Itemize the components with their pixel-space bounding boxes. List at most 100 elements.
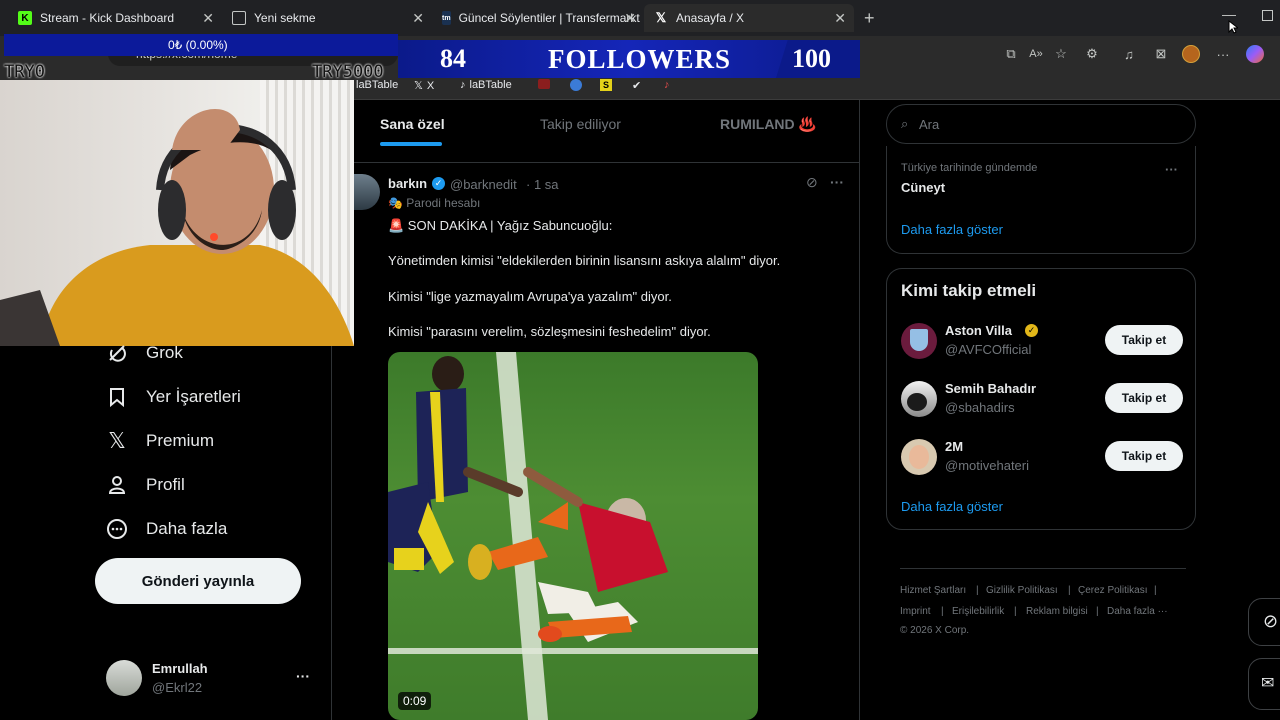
follow-button[interactable]: Takip et bbox=[1105, 383, 1183, 413]
media-control-icon[interactable]: ♫ bbox=[1120, 45, 1138, 63]
active-tab-indicator bbox=[380, 142, 442, 146]
nav-label: Grok bbox=[146, 343, 183, 362]
nav-item-grok[interactable]: Grok bbox=[104, 340, 183, 366]
footer-link[interactable]: Imprint bbox=[900, 606, 931, 617]
feed-divider bbox=[354, 162, 860, 163]
check-bookmark-icon[interactable]: ✔ bbox=[632, 79, 641, 92]
tweet-author-handle[interactable]: @barknedit bbox=[450, 177, 517, 192]
edge-bookmark-icon[interactable] bbox=[570, 79, 582, 91]
footer-link[interactable]: Erişilebilirlik bbox=[952, 606, 1004, 617]
suggestion-handle: @AVFCOfficial bbox=[945, 342, 1032, 357]
nav-label: Daha fazla bbox=[146, 519, 228, 538]
close-icon[interactable]: ✕ bbox=[412, 10, 424, 27]
bookmark-item[interactable]: 𝕏X bbox=[414, 79, 434, 93]
music-bookmark-icon[interactable]: ♪ bbox=[664, 79, 670, 91]
grok-icon bbox=[104, 340, 130, 366]
nav-item-bookmarks[interactable]: Yer İşaretleri bbox=[104, 384, 241, 410]
account-handle: @Ekrl22 bbox=[152, 680, 203, 695]
nav-item-profile[interactable]: Profil bbox=[104, 472, 185, 498]
footer-link[interactable]: Çerez Politikası bbox=[1078, 585, 1147, 596]
search-box[interactable]: ⌕ Ara bbox=[886, 104, 1196, 144]
copilot-icon[interactable] bbox=[1246, 45, 1264, 63]
footer-link[interactable]: Reklam bilgisi bbox=[1026, 606, 1088, 617]
tab-following[interactable]: Takip ediliyor bbox=[540, 116, 621, 132]
messages-floating-button[interactable]: ✉ bbox=[1248, 658, 1280, 710]
streamer-silhouette bbox=[0, 108, 354, 346]
extensions-icon[interactable]: ⚙ bbox=[1083, 45, 1101, 63]
follower-goal-box: 100 bbox=[776, 40, 860, 78]
browser-menu-icon[interactable]: ··· bbox=[1214, 45, 1232, 63]
follow-button[interactable]: Takip et bbox=[1105, 441, 1183, 471]
follow-button[interactable]: Takip et bbox=[1105, 325, 1183, 355]
suggestion-handle: @sbahadirs bbox=[945, 400, 1015, 415]
close-icon[interactable]: ✕ bbox=[834, 10, 846, 27]
account-menu-icon[interactable]: ··· bbox=[296, 668, 310, 684]
tweet-text-line: 🚨 SON DAKİKA | Yağız Sabuncuoğlu: bbox=[388, 218, 613, 233]
tab-new-tab[interactable]: Yeni sekme ✕ bbox=[222, 4, 432, 32]
profile-avatar-icon[interactable] bbox=[1182, 45, 1200, 63]
grok-floating-button[interactable]: ⊘ bbox=[1248, 598, 1280, 646]
nav-item-premium[interactable]: 𝕏 Premium bbox=[104, 428, 214, 454]
followers-label: FOLLOWERS bbox=[548, 44, 732, 74]
search-placeholder: Ara bbox=[919, 117, 940, 132]
suggestion-name: 2M bbox=[945, 439, 964, 454]
copyright: © 2026 X Corp. bbox=[900, 625, 970, 636]
kick-icon: K bbox=[18, 11, 32, 25]
football-match-frame bbox=[388, 352, 758, 720]
read-aloud-icon[interactable]: A» bbox=[1027, 45, 1045, 63]
footer-link[interactable]: Hizmet Şartları bbox=[900, 585, 966, 596]
footer-divider bbox=[900, 568, 1186, 569]
who-to-follow-show-more-link[interactable]: Daha fazla göster bbox=[901, 499, 1003, 514]
youtube-bookmark-icon[interactable] bbox=[538, 79, 550, 89]
mouse-cursor-icon bbox=[1228, 20, 1238, 34]
browser-tab-bar: K Stream - Kick Dashboard ✕ Yeni sekme ✕… bbox=[0, 0, 1280, 36]
new-tab-button[interactable]: + bbox=[864, 8, 875, 29]
nav-label: Profil bbox=[146, 475, 185, 494]
follow-suggestion[interactable]: Semih Bahadır @sbahadirs Takip et bbox=[901, 377, 1183, 421]
split-screen-icon[interactable]: ⧉ bbox=[1002, 45, 1020, 63]
x-logo-icon: 𝕏 bbox=[655, 10, 667, 25]
close-icon[interactable]: ✕ bbox=[624, 10, 636, 27]
tab-rumiland[interactable]: RUMILAND ♨️ bbox=[720, 116, 816, 133]
parody-label: 🎭 Parodi hesabı bbox=[388, 196, 481, 210]
tab-kick-dashboard[interactable]: K Stream - Kick Dashboard ✕ bbox=[8, 4, 222, 32]
donation-start-label: TRY0 bbox=[4, 62, 45, 82]
tab-transfermarkt[interactable]: tm Güncel Söylentiler | Transfermarkt ✕ bbox=[432, 4, 644, 32]
tweet-more-icon[interactable]: ··· bbox=[830, 174, 844, 190]
tab-label: Anasayfa / X bbox=[676, 11, 745, 25]
nav-label: Premium bbox=[146, 431, 215, 450]
footer-more-link[interactable]: Daha fazla ··· bbox=[1107, 606, 1168, 617]
close-icon[interactable]: ✕ bbox=[202, 10, 214, 27]
video-duration: 0:09 bbox=[398, 692, 432, 710]
transfermarkt-icon: tm bbox=[442, 11, 451, 25]
tiktok-icon: ♪ bbox=[460, 79, 466, 91]
tweet-text-line: Kimisi "parasını verelim, sözleşmesini f… bbox=[388, 324, 711, 339]
tweet-author-avatar[interactable] bbox=[354, 174, 380, 210]
favorite-star-icon[interactable]: ☆ bbox=[1052, 45, 1070, 63]
trend-title[interactable]: Cüneyt bbox=[901, 180, 945, 195]
post-button[interactable]: Gönderi yayınla bbox=[95, 558, 301, 604]
tweet-video[interactable]: 0:09 bbox=[388, 352, 758, 720]
account-avatar[interactable] bbox=[106, 660, 142, 696]
tab-for-you[interactable]: Sana özel bbox=[380, 116, 445, 132]
suggestion-handle: @motivehateri bbox=[945, 458, 1030, 473]
verified-badge-icon: ✓ bbox=[432, 177, 445, 190]
bookmark-item[interactable]: ♪ laBTable bbox=[460, 79, 512, 91]
grok-analyze-icon[interactable]: ⊘ bbox=[806, 174, 818, 191]
search-icon: ⌕ bbox=[901, 116, 909, 131]
suggestion-name: Semih Bahadır bbox=[945, 381, 1037, 396]
s-bookmark-icon[interactable]: S bbox=[600, 79, 612, 91]
collections-icon[interactable]: ⊠ bbox=[1152, 45, 1170, 63]
tab-x-home[interactable]: 𝕏 Anasayfa / X ✕ bbox=[644, 4, 854, 32]
trends-show-more-link[interactable]: Daha fazla göster bbox=[901, 222, 1003, 237]
profile-icon bbox=[104, 472, 130, 498]
tweet-author-name[interactable]: barkın bbox=[388, 176, 427, 191]
follow-suggestion[interactable]: Aston Villa ✓ @AVFCOfficial Takip et bbox=[901, 319, 1183, 363]
who-to-follow-card: Kimi takip etmeli Aston Villa ✓ @AVFCOff… bbox=[886, 268, 1196, 530]
tweet-timestamp[interactable]: · 1 sa bbox=[526, 177, 559, 192]
footer-link[interactable]: Gizlilik Politikası bbox=[986, 585, 1058, 596]
follow-suggestion[interactable]: 2M @motivehateri Takip et bbox=[901, 435, 1183, 479]
nav-item-more[interactable]: Daha fazla bbox=[104, 516, 227, 542]
maximize-icon[interactable] bbox=[1262, 10, 1273, 21]
trend-more-icon[interactable]: ··· bbox=[1165, 162, 1178, 177]
